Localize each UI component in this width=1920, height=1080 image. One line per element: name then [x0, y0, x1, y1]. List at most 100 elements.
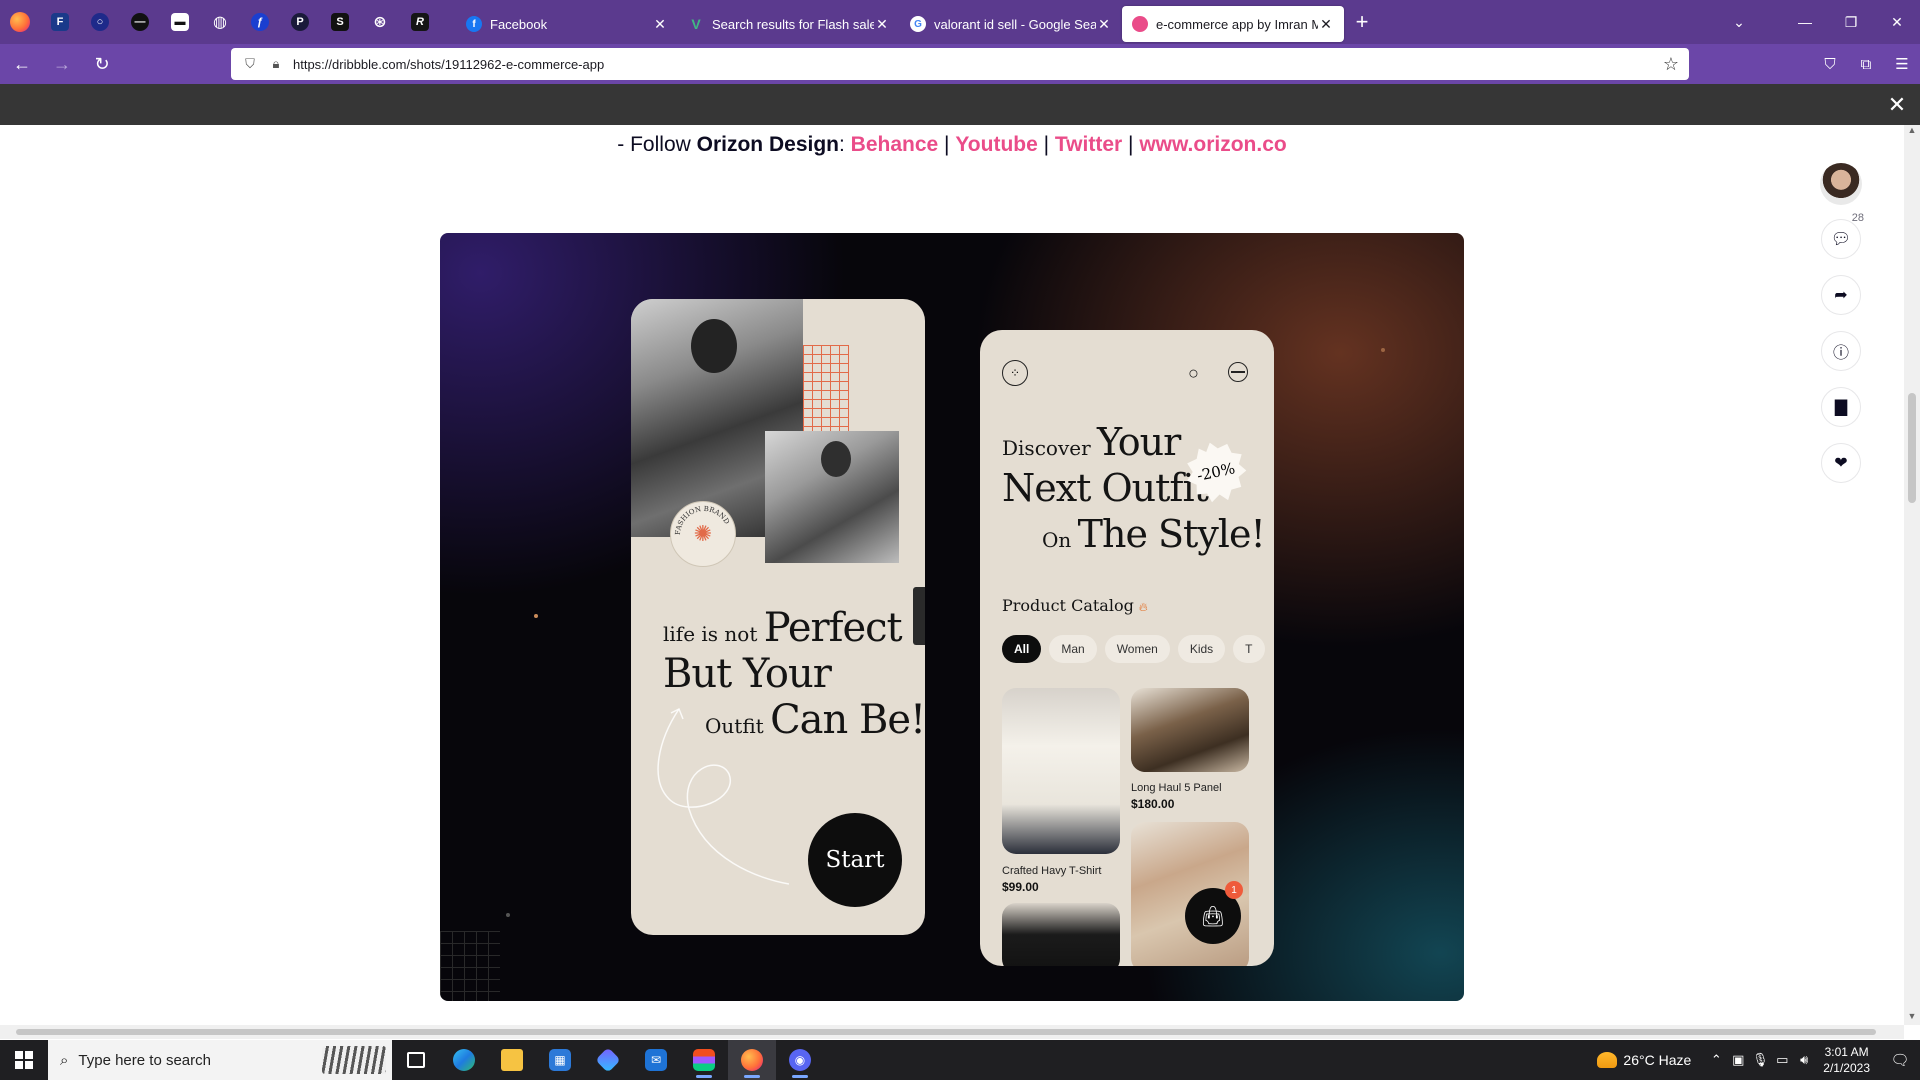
tab-title: valorant id sell - Google Search [934, 16, 1096, 32]
pocket-icon[interactable]: ⛉ [1812, 48, 1848, 80]
details-button[interactable]: ⓘ [1821, 331, 1861, 371]
circle-app-icon[interactable]: ○ [80, 0, 120, 44]
tab-google-search[interactable]: G valorant id sell - Google Search ✕ [900, 6, 1122, 42]
s-app-icon[interactable]: S [320, 0, 360, 44]
separator: | [1122, 133, 1140, 156]
headline-large: Perfect [763, 605, 903, 651]
url-text[interactable]: https://dribbble.com/shots/19112962-e-co… [293, 57, 604, 72]
network-icon[interactable]: ▭ [1771, 1052, 1793, 1068]
dribbble-icon [1132, 16, 1148, 32]
weather-text: 26°C Haze [1623, 1052, 1692, 1068]
vertical-scroll-thumb[interactable] [1908, 393, 1916, 503]
p-app-icon[interactable]: P [280, 0, 320, 44]
microphone-icon[interactable]: 🎙︎ [1749, 1052, 1771, 1068]
twitter-link[interactable]: Twitter [1055, 133, 1122, 156]
hero-line-1: Discover Your [1002, 420, 1181, 464]
f-app-icon[interactable]: F [40, 0, 80, 44]
headline-line-1: life is not Perfect [663, 605, 903, 651]
tab-flash-sale[interactable]: V Search results for Flash sale - Fli ✕ [678, 6, 900, 42]
bolt-app-icon[interactable]: ƒ [240, 0, 280, 44]
catalog-title-text: Product Catalog [1002, 596, 1134, 615]
share-button[interactable]: ➦ [1821, 275, 1861, 315]
designer-avatar[interactable] [1820, 163, 1862, 205]
minimize-icon[interactable]: — [1782, 0, 1828, 44]
comments-button[interactable]: 💬︎ 28 [1821, 212, 1864, 259]
extensions-icon[interactable]: ⧉ [1848, 48, 1884, 80]
globe-icon[interactable]: ◍ [200, 0, 240, 44]
tab-dribbble[interactable]: e-commerce app by Imran Mol ✕ [1122, 6, 1344, 42]
chevron-up-icon[interactable]: ⌃ [1705, 1052, 1727, 1068]
r-app-icon[interactable]: R [400, 0, 440, 44]
file-explorer-icon[interactable] [488, 1040, 536, 1080]
vertical-scrollbar[interactable]: ▲ ▼ [1904, 125, 1920, 1025]
weather-haze-icon [1597, 1052, 1618, 1068]
chip-man: Man [1049, 635, 1097, 663]
tab-facebook[interactable]: f Facebook ✕ [456, 6, 678, 42]
dash-app-icon[interactable]: — [120, 0, 160, 44]
store-icon[interactable]: ▦ [536, 1040, 584, 1080]
address-bar[interactable]: ⛉ 🔒︎ https://dribbble.com/shots/19112962… [231, 48, 1689, 80]
chat-app-icon[interactable]: ▬ [160, 0, 200, 44]
close-tab-icon[interactable]: ✕ [652, 16, 668, 33]
shield-icon[interactable]: ⛉ [241, 56, 259, 72]
mail-icon[interactable]: ✉ [632, 1040, 680, 1080]
back-arrow-icon[interactable]: ← [4, 48, 40, 80]
list-tabs-chevron-icon[interactable]: ⌄ [1716, 0, 1762, 44]
clock-date: 2/1/2023 [1823, 1061, 1870, 1075]
shot-image[interactable]: FASHION BRAND ✺ life is not Perfect But … [440, 233, 1464, 1001]
copilot-app-icon[interactable] [584, 1040, 632, 1080]
weather-widget[interactable]: 26°C Haze [1597, 1052, 1691, 1068]
nav-bar: ← → ↻ ⛉ 🔒︎ https://dribbble.com/shots/19… [0, 44, 1920, 84]
behance-link[interactable]: Behance [851, 133, 939, 156]
close-window-icon[interactable]: ✕ [1874, 0, 1920, 44]
close-tab-icon[interactable]: ✕ [874, 16, 890, 33]
new-tab-button[interactable]: + [1344, 0, 1380, 44]
discord-icon[interactable]: ◉ [776, 1040, 824, 1080]
restore-icon[interactable]: ❐ [1828, 0, 1874, 44]
scroll-up-arrow-icon[interactable]: ▲ [1904, 125, 1920, 139]
scroll-down-arrow-icon[interactable]: ▼ [1904, 1011, 1920, 1025]
search-icon: ○ [1188, 363, 1199, 383]
forward-arrow-icon[interactable]: → [44, 48, 80, 80]
badge-ring: FASHION BRAND [674, 505, 731, 535]
website-link[interactable]: www.orizon.co [1139, 133, 1286, 156]
app-header: ⁘ ○ [1002, 360, 1252, 386]
figma-icon[interactable] [680, 1040, 728, 1080]
google-icon: G [910, 16, 926, 32]
task-view-icon[interactable] [392, 1040, 440, 1080]
pinned-tabs: F ○ — ▬ ◍ ƒ P S ⊛ R [40, 0, 440, 44]
reload-icon[interactable]: ↻ [84, 48, 120, 80]
svg-text:FASHION BRAND: FASHION BRAND [674, 505, 731, 535]
hero-large: Your [1097, 420, 1181, 464]
firefox-taskbar-icon[interactable] [728, 1040, 776, 1080]
clock[interactable]: 3:01 AM 2/1/2023 [1823, 1044, 1870, 1076]
save-to-collection-button[interactable]: ▇ [1821, 387, 1861, 427]
follow-prefix: - Follow [617, 133, 697, 156]
headline-large: But Your [663, 651, 832, 697]
like-button[interactable]: ❤ [1821, 443, 1861, 483]
close-tab-icon[interactable]: ✕ [1318, 16, 1334, 33]
close-tab-icon[interactable]: ✕ [1096, 16, 1112, 33]
edge-icon[interactable] [440, 1040, 488, 1080]
swirl-arrow-decoration [657, 707, 789, 885]
horizontal-scrollbar[interactable] [0, 1025, 1904, 1039]
phone-mockup-home: ⁘ ○ Discover Your Next Outfit On The Sty… [980, 330, 1274, 966]
menu-icon[interactable]: ☰ [1884, 48, 1920, 80]
system-tray: 26°C Haze ⌃ ▣ 🎙︎ ▭ 🔊︎ 3:01 AM 2/1/2023 🗨… [1597, 1040, 1920, 1080]
firefox-icon[interactable] [0, 0, 40, 44]
lock-icon[interactable]: 🔒︎ [267, 56, 285, 72]
hero-large: Next Outfit [1002, 466, 1209, 510]
globe-gear-icon[interactable]: ⊛ [360, 0, 400, 44]
product-price: $99.00 [1002, 880, 1039, 894]
youtube-link[interactable]: Youtube [955, 133, 1037, 156]
horizontal-scroll-thumb[interactable] [16, 1029, 1876, 1035]
volume-icon[interactable]: 🔊︎ [1793, 1052, 1815, 1068]
windows-start-icon[interactable] [0, 1040, 48, 1080]
close-modal-icon[interactable]: ✕ [1884, 92, 1910, 118]
meet-now-icon[interactable]: ▣ [1727, 1052, 1749, 1068]
bookmark-star-icon[interactable]: ☆ [1663, 54, 1679, 75]
taskbar-search[interactable]: ⌕ Type here to search [48, 1040, 392, 1080]
vue-icon: V [691, 16, 701, 32]
product-price: $180.00 [1131, 797, 1175, 811]
notifications-icon[interactable]: 🗨︎ [1880, 1051, 1920, 1069]
